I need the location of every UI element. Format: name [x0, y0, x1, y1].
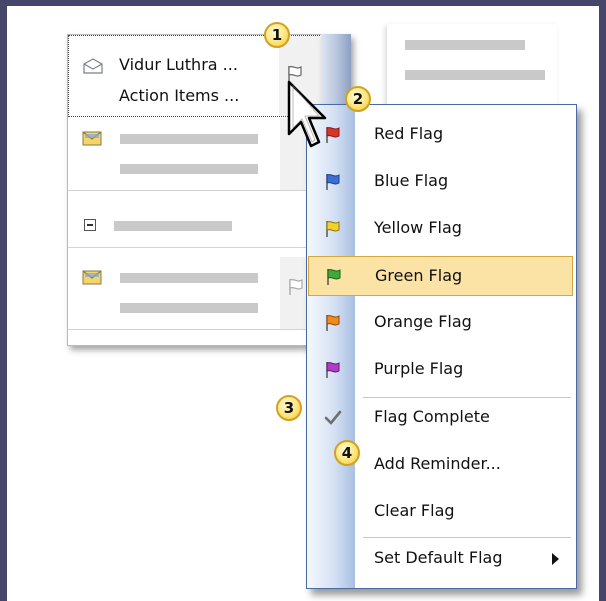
placeholder-text [114, 221, 232, 231]
menu-item-red-flag[interactable]: Red Flag [308, 115, 573, 155]
menu-item-flag-complete[interactable]: Flag Complete [308, 398, 573, 438]
menu-item-label: Purple Flag [374, 359, 464, 378]
menu-item-yellow-flag[interactable]: Yellow Flag [308, 209, 573, 249]
menu-item-label: Blue Flag [374, 171, 449, 190]
menu-item-label: Green Flag [375, 266, 463, 285]
placeholder-text [120, 164, 258, 174]
checkmark-icon [324, 410, 342, 425]
message-sender: Vidur Luthra ... [119, 55, 238, 74]
flag-outline-icon[interactable] [287, 277, 305, 297]
screenshot-frame: Vidur Luthra ... Action Items ... Red Fl… [7, 6, 599, 601]
green-flag-icon [327, 269, 341, 285]
menu-item-label: Orange Flag [374, 312, 472, 331]
orange-flag-icon [326, 315, 340, 331]
flag-context-menu: Red Flag Blue Flag Yellow Flag Green Fla… [306, 104, 577, 589]
menu-item-label: Add Reminder... [374, 454, 501, 473]
placeholder-text [120, 134, 258, 144]
callout-badge-2: 2 [345, 86, 371, 112]
menu-item-label: Set Default Flag [374, 548, 503, 567]
submenu-arrow-icon [552, 553, 559, 565]
message-row[interactable] [68, 118, 322, 191]
menu-item-label: Flag Complete [374, 407, 490, 426]
callout-badge-4: 4 [334, 440, 360, 466]
callout-badge-1: 1 [264, 22, 290, 48]
menu-item-green-flag[interactable]: Green Flag [308, 256, 573, 296]
unread-envelope-icon [82, 270, 102, 285]
read-envelope-icon [83, 58, 103, 74]
placeholder-text [120, 273, 258, 283]
yellow-flag-icon [326, 221, 340, 237]
unread-envelope-icon [82, 131, 102, 146]
callout-badge-3: 3 [276, 395, 302, 421]
placeholder-text [405, 40, 525, 50]
blue-flag-icon [326, 174, 340, 190]
menu-item-clear-flag[interactable]: Clear Flag [308, 492, 573, 532]
message-row-selected[interactable]: Vidur Luthra ... Action Items ... [68, 35, 322, 117]
placeholder-text [120, 303, 258, 313]
message-subject: Action Items ... [119, 86, 240, 105]
mouse-pointer-icon [287, 80, 327, 148]
menu-item-label: Clear Flag [374, 501, 455, 520]
collapse-icon[interactable] [84, 219, 96, 231]
menu-item-purple-flag[interactable]: Purple Flag [308, 350, 573, 390]
purple-flag-icon [326, 362, 340, 378]
menu-separator [363, 537, 571, 538]
menu-item-label: Red Flag [374, 124, 444, 143]
menu-item-orange-flag[interactable]: Orange Flag [308, 303, 573, 343]
message-row[interactable] [68, 257, 322, 330]
menu-item-blue-flag[interactable]: Blue Flag [308, 162, 573, 202]
menu-item-set-default-flag[interactable]: Set Default Flag [308, 539, 573, 579]
reading-pane [387, 24, 557, 106]
message-list: Vidur Luthra ... Action Items ... [67, 34, 322, 346]
placeholder-text [405, 70, 545, 80]
menu-item-label: Yellow Flag [374, 218, 462, 237]
group-header-row[interactable] [68, 207, 322, 248]
